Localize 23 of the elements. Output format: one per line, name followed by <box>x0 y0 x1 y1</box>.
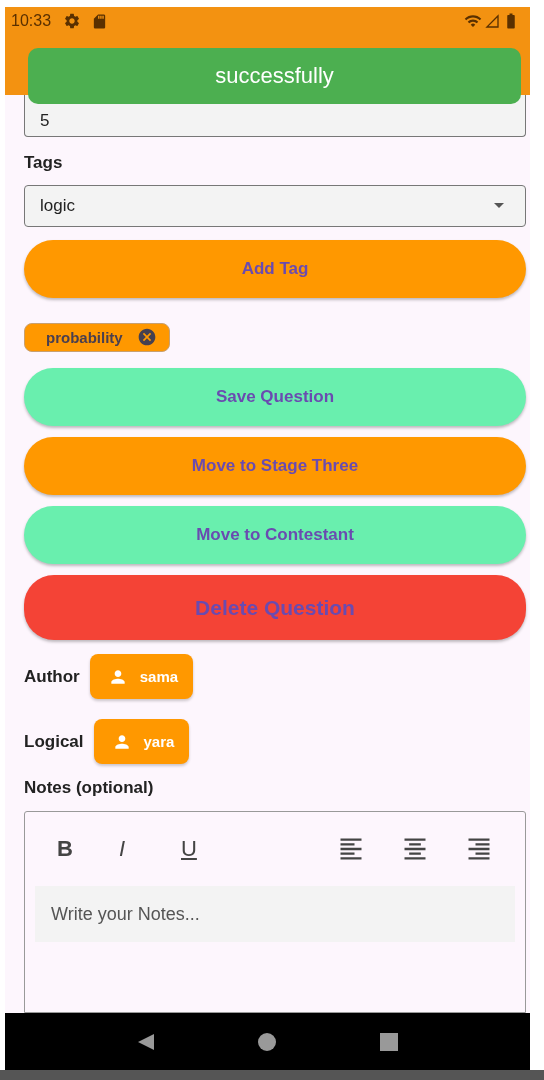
gear-icon <box>63 12 82 30</box>
format-button[interactable]: B <box>57 836 119 863</box>
format-button[interactable]: U <box>181 836 243 863</box>
tags-label: Tags <box>24 152 64 173</box>
recents-icon[interactable] <box>379 1031 400 1052</box>
status-time: 10:33 <box>11 12 52 30</box>
signal-icon <box>484 13 500 29</box>
notes-label: Notes (optional) <box>24 778 155 799</box>
notes-input[interactable]: Write your Notes... <box>35 886 515 943</box>
save-button[interactable]: Save Question <box>24 368 526 427</box>
role-label: Author <box>24 666 80 687</box>
save-button[interactable]: Move to Contestant <box>24 506 526 565</box>
add-tag-button[interactable]: Add Tag <box>24 240 526 298</box>
move-button[interactable]: Move to Stage Three <box>24 437 526 496</box>
tag-dropdown[interactable]: logic <box>24 184 526 228</box>
success-toast: successfully <box>28 48 521 104</box>
role-label: Logical <box>24 731 84 752</box>
wifi-icon <box>464 12 482 30</box>
remove-icon[interactable] <box>136 327 157 348</box>
dropdown-caret-icon <box>494 203 504 209</box>
tag-chip[interactable]: probability <box>24 323 170 352</box>
home-icon[interactable] <box>257 1031 278 1052</box>
format-button[interactable]: I <box>119 836 181 863</box>
